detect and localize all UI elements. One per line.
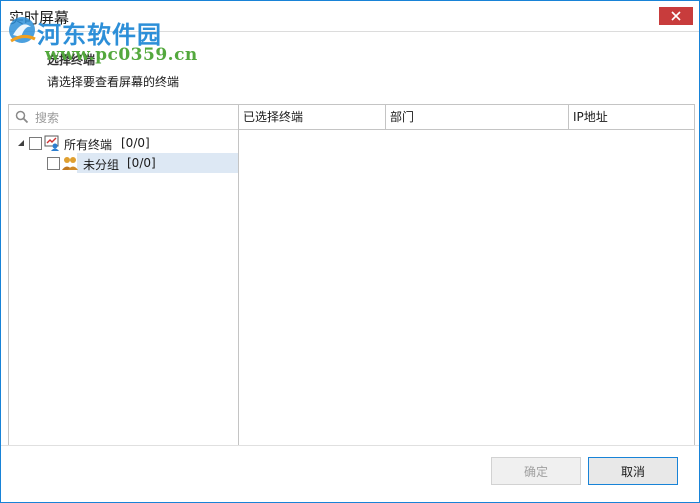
close-icon: [671, 11, 681, 21]
footer-divider: [1, 445, 699, 446]
cancel-button[interactable]: 取消: [588, 457, 678, 485]
content-panel: 所有终端 [0/0] 未分组 [0/0] 已选择终端 部门 IP地址: [8, 104, 695, 446]
dialog-window: 实时屏幕 选择终端 请选择要查看屏幕的终端 河东软件园 www.pc0359.c…: [0, 0, 700, 503]
watermark-url: www.pc0359.cn: [45, 45, 198, 65]
tree-node-count: [0/0]: [127, 156, 156, 170]
column-header-selected-terminal[interactable]: 已选择终端: [239, 105, 386, 129]
tree-node-all-terminals[interactable]: 所有终端 [0/0]: [9, 133, 238, 153]
search-input[interactable]: [33, 107, 237, 129]
tree-node-ungrouped[interactable]: 未分组 [0/0]: [9, 153, 238, 173]
terminal-tree-pane: 所有终端 [0/0] 未分组 [0/0]: [9, 105, 239, 445]
users-group-icon: [62, 157, 78, 170]
search-icon: [15, 110, 29, 124]
watermark: 河东软件园 www.pc0359.cn: [7, 15, 227, 75]
tree-checkbox-ungrouped[interactable]: [47, 157, 60, 170]
expand-arrow-icon[interactable]: [16, 138, 26, 148]
terminal-group-icon: [44, 135, 59, 151]
close-button[interactable]: [659, 7, 693, 25]
column-header-ip-address[interactable]: IP地址: [569, 105, 694, 129]
selected-terminals-table-header: 已选择终端 部门 IP地址: [239, 105, 694, 130]
search-box: [9, 105, 238, 130]
column-header-department[interactable]: 部门: [386, 105, 569, 129]
ok-button[interactable]: 确定: [491, 457, 581, 485]
tree-node-label: 所有终端: [64, 138, 113, 152]
tree-checkbox-all[interactable]: [29, 137, 42, 150]
watermark-logo-icon: [9, 17, 36, 43]
header-subtitle: 请选择要查看屏幕的终端: [47, 75, 180, 89]
tree-node-count: [0/0]: [121, 136, 150, 150]
tree-node-label: 未分组: [83, 158, 120, 172]
